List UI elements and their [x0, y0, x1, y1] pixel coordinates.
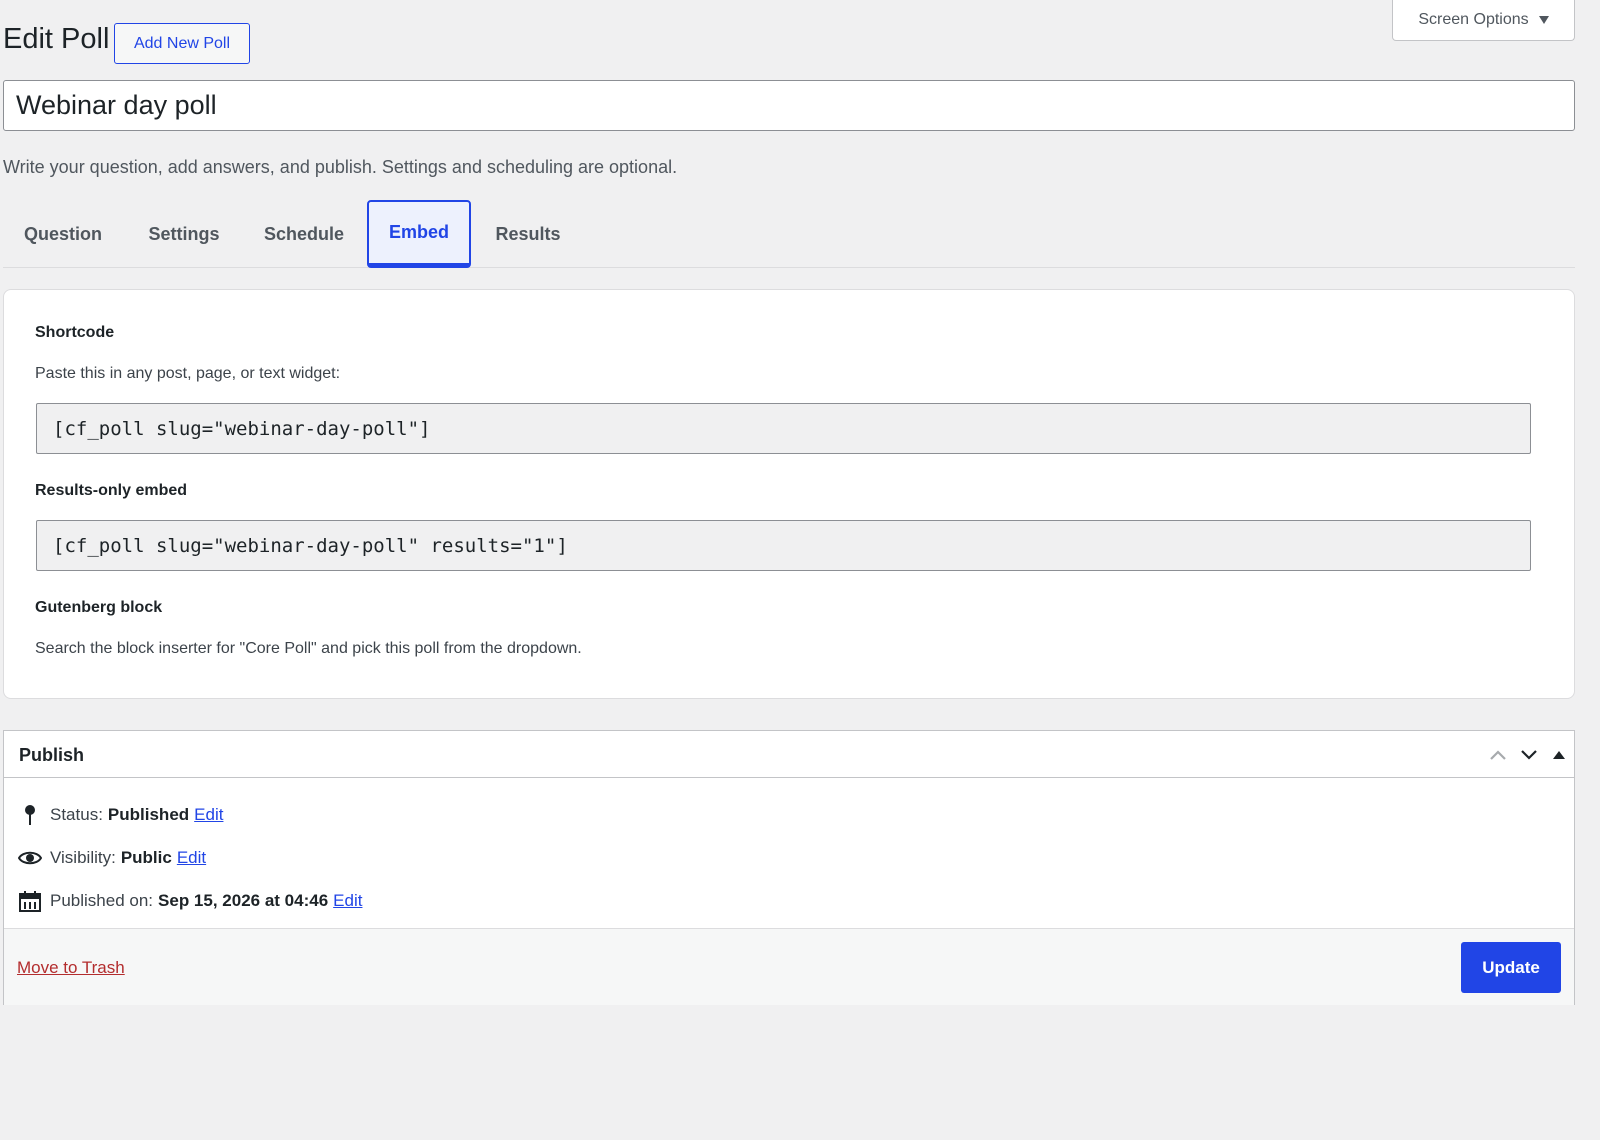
- gutenberg-heading: Gutenberg block: [35, 599, 163, 616]
- screen-options-button[interactable]: Screen Options: [1392, 0, 1575, 41]
- tab-settings[interactable]: Settings: [127, 200, 241, 268]
- update-button[interactable]: Update: [1461, 942, 1561, 993]
- visibility-edit-link[interactable]: Edit: [177, 848, 206, 868]
- published-on-value: Sep 15, 2026 at 04:46: [158, 891, 329, 910]
- pin-icon: [17, 803, 43, 827]
- visibility-value: Public: [120, 848, 172, 867]
- publish-title: Publish: [19, 745, 85, 765]
- screen-options-label: Screen Options: [1418, 11, 1529, 28]
- status-label: Status:: [50, 805, 103, 824]
- tab-embed[interactable]: Embed: [367, 200, 471, 268]
- results-embed-heading: Results-only embed: [35, 482, 188, 499]
- move-down-icon[interactable]: [1517, 743, 1541, 767]
- calendar-icon: [17, 889, 43, 913]
- status-value: Published: [107, 805, 190, 824]
- published-on-edit-link[interactable]: Edit: [333, 891, 362, 911]
- caret-down-icon: [1538, 16, 1549, 24]
- poll-title-input[interactable]: [3, 80, 1575, 131]
- editor-hint: Write your question, add answers, and pu…: [3, 157, 678, 177]
- move-up-icon[interactable]: [1486, 743, 1510, 767]
- publish-actions: Move to Trash Update: [4, 928, 1574, 1005]
- published-on-label: Published on:: [50, 891, 154, 910]
- shortcode-heading: Shortcode: [35, 324, 115, 341]
- add-new-poll-button[interactable]: Add New Poll: [114, 23, 250, 64]
- embed-panel: Shortcode Paste this in any post, page, …: [3, 289, 1575, 699]
- tab-results[interactable]: Results: [473, 200, 583, 268]
- gutenberg-description: Search the block inserter for "Core Poll…: [35, 640, 582, 657]
- visibility-row: Visibility: Public Edit: [17, 846, 206, 870]
- tab-schedule[interactable]: Schedule: [243, 200, 365, 268]
- visibility-label: Visibility:: [50, 848, 116, 867]
- tab-bar: Question Settings Schedule Embed Results: [3, 200, 1575, 268]
- shortcode-field[interactable]: [cf_poll slug="webinar-day-poll"]: [36, 403, 1531, 454]
- status-row: Status: Published Edit: [17, 803, 223, 827]
- publish-box: Publish Status: Published Edit Visibilit…: [3, 730, 1575, 1005]
- page-title: Edit Poll: [3, 23, 110, 55]
- shortcode-description: Paste this in any post, page, or text wi…: [35, 365, 341, 382]
- status-edit-link[interactable]: Edit: [194, 805, 223, 825]
- collapse-toggle-icon[interactable]: [1547, 743, 1571, 767]
- publish-header: Publish: [4, 731, 1574, 778]
- results-shortcode-field[interactable]: [cf_poll slug="webinar-day-poll" results…: [36, 520, 1531, 571]
- tab-question[interactable]: Question: [3, 200, 123, 268]
- eye-icon: [17, 846, 43, 870]
- move-to-trash-link[interactable]: Move to Trash: [17, 958, 125, 978]
- published-on-row: Published on: Sep 15, 2026 at 04:46 Edit: [17, 889, 362, 913]
